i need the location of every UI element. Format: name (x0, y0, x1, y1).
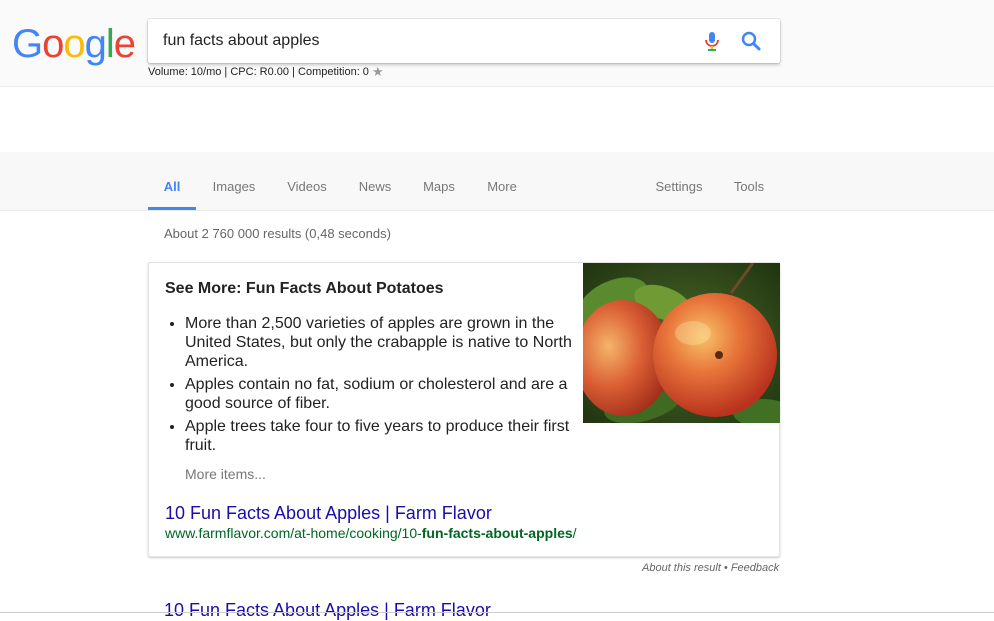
snippet-result-link[interactable]: 10 Fun Facts About Apples | Farm Flavor (165, 503, 492, 524)
google-logo[interactable]: Google (12, 20, 136, 68)
list-item: More than 2,500 varieties of apples are … (185, 314, 585, 371)
featured-snippet: See More: Fun Facts About Potatoes More … (148, 262, 780, 557)
header: Google Volume: 10/mo | CPC: R0.00 | Comp… (0, 0, 994, 87)
url-suffix: / (572, 525, 577, 541)
tab-all[interactable]: All (148, 152, 196, 210)
logo-letter: g (84, 22, 107, 66)
snippet-title[interactable]: See More: Fun Facts About Potatoes (165, 280, 444, 298)
snippet-result-url[interactable]: www.farmflavor.com/at-home/cooking/10-fu… (165, 525, 577, 541)
logo-letter: o (63, 22, 85, 66)
next-result-link[interactable]: 10 Fun Facts About Apples | Farm Flavor (164, 600, 491, 621)
more-items-link[interactable]: More items... (185, 466, 266, 482)
divider (0, 612, 994, 613)
list-item: Apple trees take four to five years to p… (185, 417, 585, 455)
logo-letter: l (105, 22, 115, 66)
microphone-icon[interactable] (701, 30, 723, 52)
tab-news[interactable]: News (350, 152, 400, 210)
seo-info-bar: Volume: 10/mo | CPC: R0.00 | Competition… (148, 65, 384, 78)
tab-maps[interactable]: Maps (416, 152, 462, 210)
url-bold: fun-facts-about-apples (421, 525, 573, 541)
logo-letter: e (113, 22, 136, 66)
result-stats: About 2 760 000 results (0,48 seconds) (164, 226, 391, 241)
tab-more[interactable]: More (480, 152, 524, 210)
tab-tools[interactable]: Tools (726, 152, 772, 210)
list-item: Apples contain no fat, sodium or cholest… (185, 375, 585, 413)
logo-letter: G (12, 22, 43, 66)
search-tabs: All Images Videos News Maps More Setting… (0, 152, 994, 211)
search-box (148, 19, 780, 63)
star-icon[interactable]: ★ (372, 65, 384, 78)
search-icon[interactable] (740, 30, 762, 52)
about-result-feedback[interactable]: About this result • Feedback (642, 562, 779, 574)
url-prefix: www.farmflavor.com/at-home/cooking/10- (165, 525, 422, 541)
tab-settings[interactable]: Settings (648, 152, 710, 210)
tab-images[interactable]: Images (206, 152, 262, 210)
snippet-list: More than 2,500 varieties of apples are … (165, 314, 585, 459)
tab-videos[interactable]: Videos (280, 152, 334, 210)
apple-image[interactable] (583, 263, 780, 423)
logo-letter: o (42, 22, 64, 66)
seo-info-text: Volume: 10/mo | CPC: R0.00 | Competition… (148, 66, 369, 78)
search-input[interactable] (163, 19, 683, 63)
